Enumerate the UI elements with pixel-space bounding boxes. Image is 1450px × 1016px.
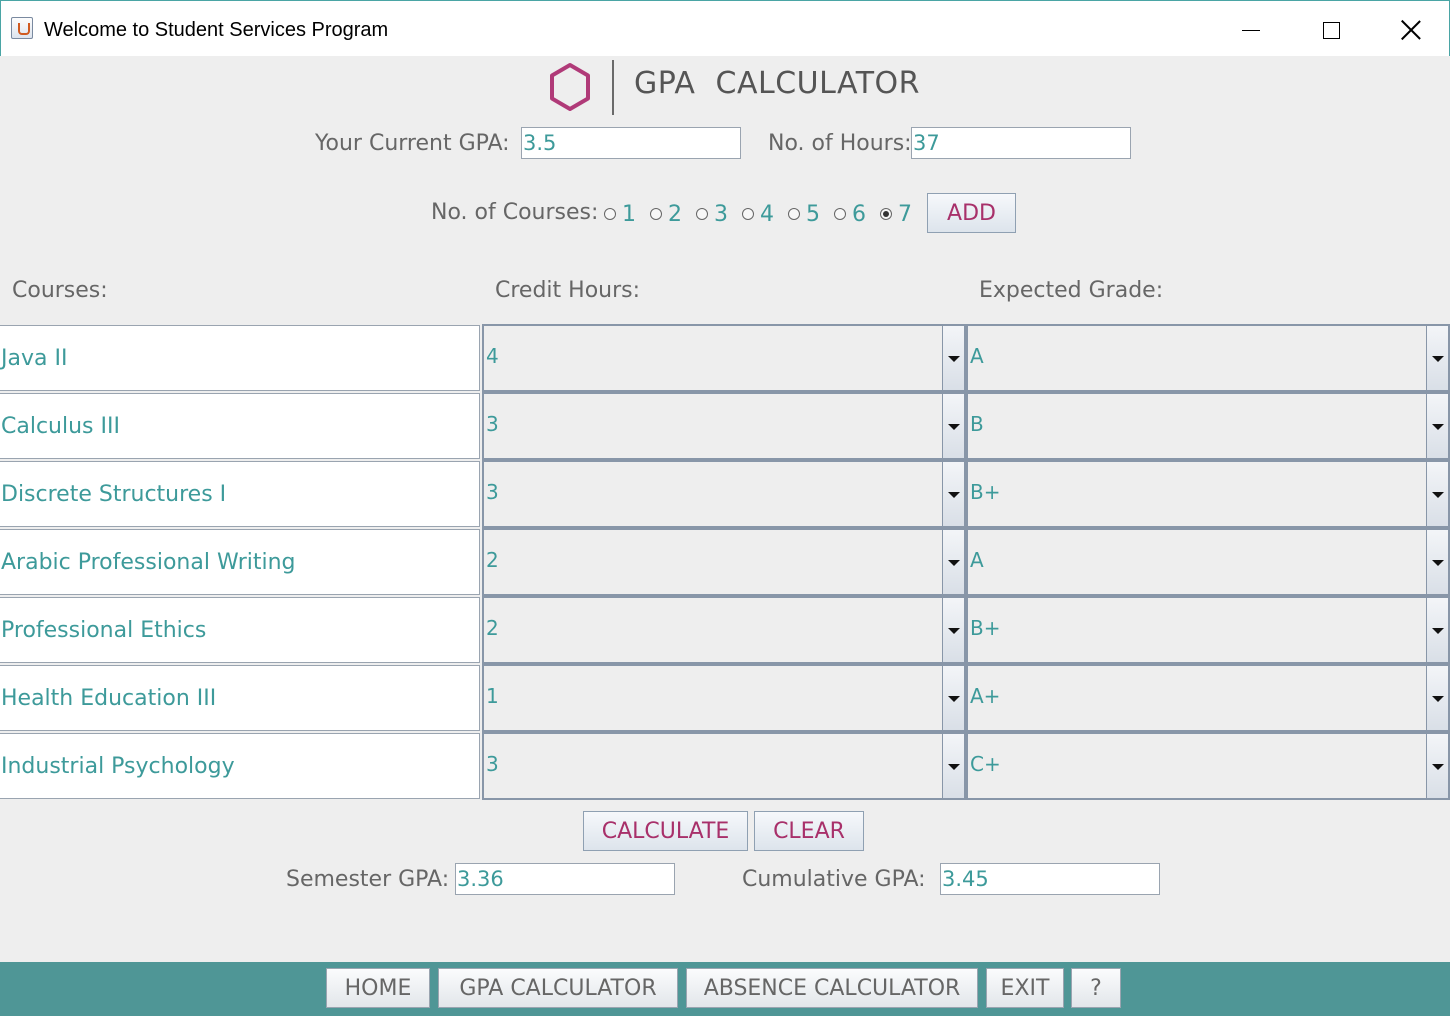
add-button[interactable]: ADD <box>927 193 1016 233</box>
calculate-button[interactable]: CALCULATE <box>583 811 748 851</box>
grade-select-1[interactable]: A <box>966 324 1450 392</box>
java-app-icon <box>11 17 33 39</box>
credit-hours-select-7[interactable]: 3 <box>482 732 966 800</box>
nav-home-button[interactable]: HOME <box>326 968 430 1008</box>
chevron-down-icon[interactable] <box>942 598 964 662</box>
radio-courses-3[interactable]: 3 <box>696 202 728 227</box>
radio-circle-icon <box>650 208 662 220</box>
chevron-down-icon[interactable] <box>1426 326 1448 390</box>
credit-hours-select-4[interactable]: 2 <box>482 528 966 596</box>
courses-count-radio-group: 1 2 3 4 5 6 7 <box>604 200 926 228</box>
window-title: Welcome to Student Services Program <box>44 19 389 41</box>
radio-courses-1[interactable]: 1 <box>604 202 636 227</box>
credit-hours-select-1[interactable]: 4 <box>482 324 966 392</box>
grade-select-5[interactable]: B+ <box>966 596 1450 664</box>
credit-hours-select-3[interactable]: 3 <box>482 460 966 528</box>
nav-absence-calculator-button[interactable]: ABSENCE CALCULATOR <box>686 968 978 1008</box>
hours-field[interactable]: 37 <box>911 127 1131 159</box>
clear-button[interactable]: CLEAR <box>754 811 864 851</box>
radio-courses-6[interactable]: 6 <box>834 202 866 227</box>
radio-courses-4[interactable]: 4 <box>742 202 774 227</box>
courses-count-label: No. of Courses: <box>431 200 599 225</box>
chevron-down-icon[interactable] <box>942 326 964 390</box>
radio-circle-icon <box>696 208 708 220</box>
course-name-field-3[interactable]: Discrete Structures I <box>0 461 480 527</box>
radio-circle-icon <box>742 208 754 220</box>
nav-gpa-calculator-button[interactable]: GPA CALCULATOR <box>438 968 678 1008</box>
chevron-down-icon[interactable] <box>942 462 964 526</box>
close-button[interactable] <box>1381 11 1441 49</box>
credit-hours-column-header: Credit Hours: <box>495 278 641 303</box>
credit-hours-select-6[interactable]: 1 <box>482 664 966 732</box>
course-name-field-7[interactable]: Industrial Psychology <box>0 733 480 799</box>
chevron-down-icon[interactable] <box>1426 598 1448 662</box>
minimize-button[interactable] <box>1221 11 1281 49</box>
chevron-down-icon[interactable] <box>942 666 964 730</box>
page-title: GPA CALCULATOR <box>634 66 920 101</box>
chevron-down-icon[interactable] <box>942 530 964 594</box>
chevron-down-icon[interactable] <box>942 734 964 798</box>
current-gpa-field[interactable]: 3.5 <box>521 127 741 159</box>
radio-circle-icon <box>604 208 616 220</box>
chevron-down-icon[interactable] <box>1426 666 1448 730</box>
credit-hours-select-2[interactable]: 3 <box>482 392 966 460</box>
hours-label: No. of Hours: <box>768 131 912 156</box>
grade-select-4[interactable]: A <box>966 528 1450 596</box>
maximize-icon <box>1322 21 1340 39</box>
radio-circle-icon <box>834 208 846 220</box>
nav-help-button[interactable]: ? <box>1071 968 1121 1008</box>
semester-gpa-label: Semester GPA: <box>286 867 450 892</box>
semester-gpa-field[interactable]: 3.36 <box>455 863 675 895</box>
current-gpa-label: Your Current GPA: <box>315 131 510 156</box>
chevron-down-icon[interactable] <box>1426 530 1448 594</box>
chevron-down-icon[interactable] <box>1426 734 1448 798</box>
courses-column-header: Courses: <box>12 278 108 303</box>
course-name-field-2[interactable]: Calculus III <box>0 393 480 459</box>
chevron-down-icon[interactable] <box>1426 462 1448 526</box>
chevron-down-icon[interactable] <box>942 394 964 458</box>
chevron-down-icon[interactable] <box>1426 394 1448 458</box>
credit-hours-select-5[interactable]: 2 <box>482 596 966 664</box>
course-name-field-4[interactable]: Arabic Professional Writing <box>0 529 480 595</box>
nav-exit-button[interactable]: EXIT <box>986 968 1064 1008</box>
radio-courses-2[interactable]: 2 <box>650 202 682 227</box>
radio-courses-5[interactable]: 5 <box>788 202 820 227</box>
maximize-button[interactable] <box>1301 11 1361 49</box>
cumulative-gpa-field[interactable]: 3.45 <box>940 863 1160 895</box>
radio-selected-icon <box>880 208 892 220</box>
title-bar: Welcome to Student Services Program <box>0 0 1450 56</box>
grade-select-3[interactable]: B+ <box>966 460 1450 528</box>
cumulative-gpa-label: Cumulative GPA: <box>742 867 926 892</box>
course-name-field-6[interactable]: Health Education III <box>0 665 480 731</box>
radio-circle-icon <box>788 208 800 220</box>
minimize-icon <box>1242 29 1260 31</box>
course-name-field-5[interactable]: Professional Ethics <box>0 597 480 663</box>
header-divider <box>612 60 614 115</box>
radio-courses-7[interactable]: 7 <box>880 202 912 227</box>
close-icon <box>1401 20 1421 40</box>
hexagon-logo-icon <box>550 63 590 111</box>
grade-select-2[interactable]: B <box>966 392 1450 460</box>
expected-grade-column-header: Expected Grade: <box>979 278 1164 303</box>
course-name-field-1[interactable]: Java II <box>0 325 480 391</box>
grade-select-7[interactable]: C+ <box>966 732 1450 800</box>
grade-select-6[interactable]: A+ <box>966 664 1450 732</box>
